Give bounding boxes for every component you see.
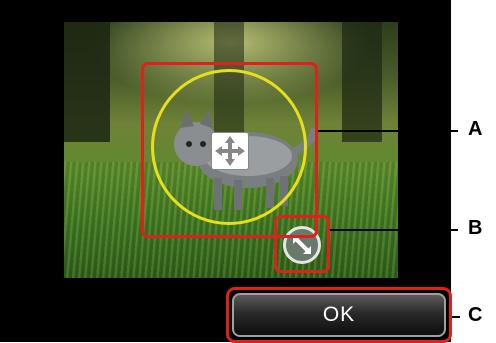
tree-trunk xyxy=(342,22,382,142)
callout-frame-a xyxy=(141,62,318,238)
tree-trunk xyxy=(64,22,110,142)
callout-line-c xyxy=(452,316,460,318)
callout-label-c: C xyxy=(468,304,483,326)
callout-frame-c xyxy=(226,287,452,343)
callout-frame-b xyxy=(274,215,330,273)
callout-label-a: A xyxy=(468,118,483,140)
callout-label-b: B xyxy=(468,217,483,239)
callout-line-a xyxy=(318,130,458,132)
callout-line-b xyxy=(330,229,458,231)
